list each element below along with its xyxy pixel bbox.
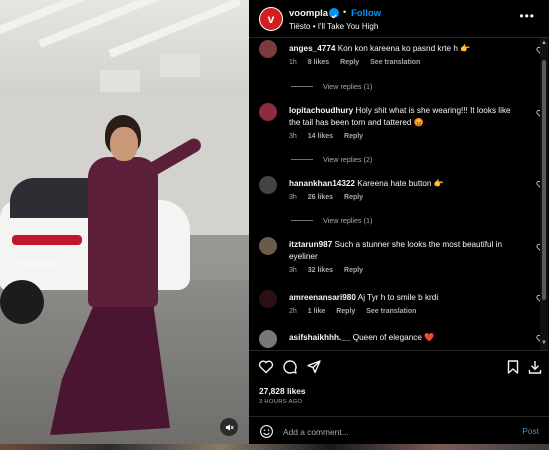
post-timestamp: 3 HOURS AGO: [259, 399, 303, 405]
comment-time: 3h: [289, 194, 297, 201]
comment-text: itztarun987 Such a stunner she looks the…: [289, 239, 511, 263]
post-details-panel: v voompla • Follow Tiësto • I'll Take Yo…: [249, 0, 549, 444]
comment-likes[interactable]: 32 likes: [308, 267, 333, 274]
avatar[interactable]: v: [259, 7, 283, 31]
post-header: v voompla • Follow Tiësto • I'll Take Yo…: [249, 0, 549, 38]
comment-username[interactable]: anges_4774: [289, 44, 335, 53]
comment-input[interactable]: [283, 424, 503, 439]
comment-text: anges_4774 Kon kon kareena ko pasnd krte…: [289, 43, 511, 55]
see-translation-button[interactable]: See translation: [366, 308, 416, 315]
comment-meta: 1h 8 likes Reply See translation: [289, 59, 429, 66]
scrollbar-thumb[interactable]: [542, 60, 546, 300]
mute-button[interactable]: [220, 418, 238, 436]
comment-meta: 3h 14 likes Reply: [289, 133, 372, 140]
verified-icon: [329, 8, 339, 19]
comment-likes[interactable]: 26 likes: [308, 194, 333, 201]
view-replies-button[interactable]: View replies (2): [291, 155, 372, 164]
more-icon[interactable]: •••: [519, 9, 535, 23]
comment-text: lopitachoudhury Holy shit what is she we…: [289, 105, 511, 129]
avatar[interactable]: [259, 176, 277, 194]
comment-body: Kareena hate button 👉: [357, 179, 444, 188]
comments-list[interactable]: anges_4774 Kon kon kareena ko pasnd krte…: [249, 38, 549, 350]
view-replies-button[interactable]: View replies (1): [291, 216, 372, 225]
separator: •: [343, 7, 347, 17]
reply-button[interactable]: Reply: [336, 308, 355, 315]
comment-body: Queen of elegance ❤️: [352, 333, 435, 342]
avatar[interactable]: [259, 103, 277, 121]
emoji-icon[interactable]: [259, 424, 274, 439]
comment-username[interactable]: hanankhan14322: [289, 179, 355, 188]
comment-body: Kon kon kareena ko pasnd krte h 👉: [337, 44, 471, 53]
comment-time: 1h: [289, 59, 297, 66]
comment-username[interactable]: asifshaikhhh.__: [289, 333, 350, 342]
reply-button[interactable]: Reply: [344, 133, 363, 140]
reply-button[interactable]: Reply: [340, 59, 359, 66]
scroll-up-arrow[interactable]: ▲: [541, 40, 547, 46]
comment-time: 3h: [289, 267, 297, 274]
follow-button[interactable]: Follow: [351, 8, 381, 19]
comment-time: 2h: [289, 308, 297, 315]
comment-meta: 2h 1 like Reply See translation: [289, 308, 425, 315]
comment-time: 3h: [289, 133, 297, 140]
comment-likes[interactable]: 8 likes: [308, 59, 329, 66]
post-actions: 27,828 likes 3 HOURS AGO Post: [249, 350, 549, 444]
background-strip: [0, 444, 549, 450]
reply-button[interactable]: Reply: [344, 194, 363, 201]
scroll-down-arrow[interactable]: ▼: [541, 340, 547, 346]
post-username[interactable]: voompla: [289, 8, 328, 19]
comment-text: hanankhan14322 Kareena hate button 👉: [289, 178, 511, 190]
avatar[interactable]: [259, 330, 277, 348]
heart-icon[interactable]: [258, 359, 274, 375]
view-replies-button[interactable]: View replies (1): [291, 82, 372, 91]
comment-username[interactable]: lopitachoudhury: [289, 106, 353, 115]
bookmark-icon[interactable]: [505, 359, 521, 375]
comment-username[interactable]: amreenansari980: [289, 293, 356, 302]
add-comment-bar: Post: [249, 416, 549, 445]
mute-icon: [225, 423, 234, 431]
download-icon[interactable]: [527, 359, 543, 375]
see-translation-button[interactable]: See translation: [370, 59, 420, 66]
post-button[interactable]: Post: [522, 426, 539, 436]
comment-body: Aj Tyr h to smile b krdi: [357, 293, 439, 302]
comment-meta: 3h 26 likes Reply: [289, 194, 372, 201]
likes-count[interactable]: 27,828 likes: [259, 386, 306, 396]
wall-vent: [100, 70, 140, 92]
comment-text: amreenansari980 Aj Tyr h to smile b krdi: [289, 292, 511, 304]
share-icon[interactable]: [306, 359, 322, 375]
comment-likes[interactable]: 1 like: [308, 308, 326, 315]
person-in-burgundy-outfit: [50, 115, 204, 444]
comment-username[interactable]: itztarun987: [289, 240, 332, 249]
avatar[interactable]: [259, 290, 277, 308]
comment-meta: 3h 32 likes Reply: [289, 267, 372, 274]
post-media[interactable]: voompla: [0, 0, 249, 444]
music-label[interactable]: Tiësto • I'll Take You High: [289, 22, 378, 31]
comment-icon[interactable]: [282, 359, 298, 375]
wall-vent: [160, 55, 200, 77]
reply-button[interactable]: Reply: [344, 267, 363, 274]
comment-likes[interactable]: 14 likes: [308, 133, 333, 140]
watermark: voompla: [18, 258, 60, 270]
comment-text: asifshaikhhh.__ Queen of elegance ❤️: [289, 332, 511, 344]
avatar[interactable]: [259, 40, 277, 58]
avatar[interactable]: [259, 237, 277, 255]
